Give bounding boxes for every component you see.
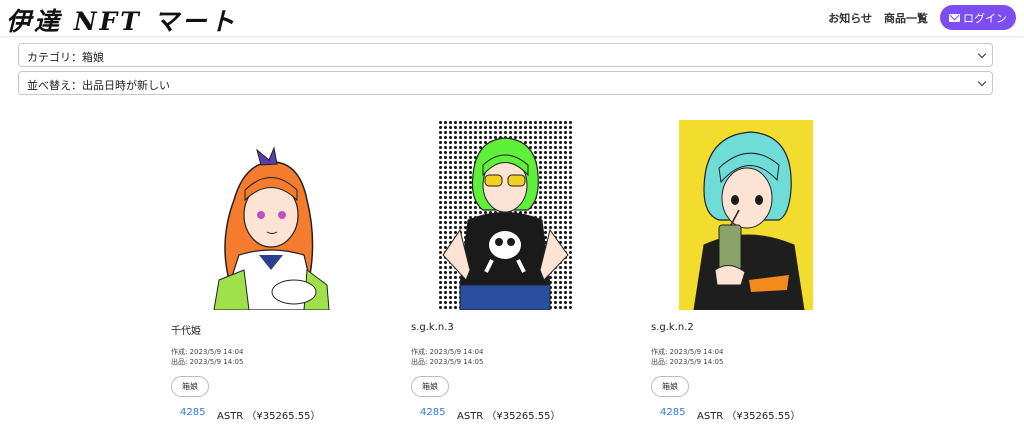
category-select[interactable]: カテゴリ：箱娘 [18, 43, 993, 67]
price-currency: ASTR （¥35265.55） [457, 411, 561, 422]
chevron-down-icon [977, 49, 987, 59]
product-title: 千代姫 [171, 326, 201, 337]
sort-select-value: 並べ替え：出品日時が新しい [27, 79, 170, 92]
category-tag[interactable]: 箱娘 [171, 376, 209, 397]
product-image[interactable] [679, 120, 813, 310]
created-date: 作成: 2023/5/9 14:04 [651, 348, 724, 356]
listed-date: 出品: 2023/5/9 14:05 [651, 358, 724, 366]
created-date: 作成: 2023/5/9 14:04 [411, 348, 484, 356]
listed-date: 出品: 2023/5/9 14:05 [411, 358, 484, 366]
price-currency: ASTR （¥35265.55） [697, 411, 801, 422]
products-link[interactable]: 商品一覧 [884, 10, 928, 26]
chevron-down-icon [977, 77, 987, 87]
listed-date: 出品: 2023/5/9 14:05 [171, 358, 244, 366]
price-currency: ASTR （¥35265.55） [217, 411, 321, 422]
price-value: 4285 [660, 407, 686, 418]
category-select-value: カテゴリ：箱娘 [27, 51, 104, 64]
price-value: 4285 [420, 407, 446, 418]
product-card[interactable]: s.g.k.n.2 作成: 2023/5/9 14:04 出品: 2023/5/… [651, 120, 871, 430]
product-title: s.g.k.n.3 [411, 322, 454, 333]
price-value: 4285 [180, 407, 206, 418]
product-image[interactable] [438, 120, 572, 310]
site-logo[interactable]: 伊達 NFT マート [6, 2, 238, 38]
top-header: 伊達 NFT マート お知らせ 商品一覧 ログイン [0, 0, 1024, 36]
created-date: 作成: 2023/5/9 14:04 [171, 348, 244, 356]
mail-icon [949, 13, 960, 22]
product-title: s.g.k.n.2 [651, 322, 694, 333]
category-tag[interactable]: 箱娘 [411, 376, 449, 397]
product-image[interactable] [199, 120, 333, 310]
login-label: ログイン [963, 12, 1007, 25]
sort-select[interactable]: 並べ替え：出品日時が新しい [18, 71, 993, 95]
news-link[interactable]: お知らせ [828, 10, 872, 26]
login-button[interactable]: ログイン [940, 5, 1016, 30]
category-tag[interactable]: 箱娘 [651, 376, 689, 397]
product-card[interactable]: 千代姫 作成: 2023/5/9 14:04 出品: 2023/5/9 14:0… [171, 120, 391, 430]
top-nav: お知らせ 商品一覧 ログイン [828, 5, 1016, 30]
product-card[interactable]: s.g.k.n.3 作成: 2023/5/9 14:04 出品: 2023/5/… [411, 120, 631, 430]
